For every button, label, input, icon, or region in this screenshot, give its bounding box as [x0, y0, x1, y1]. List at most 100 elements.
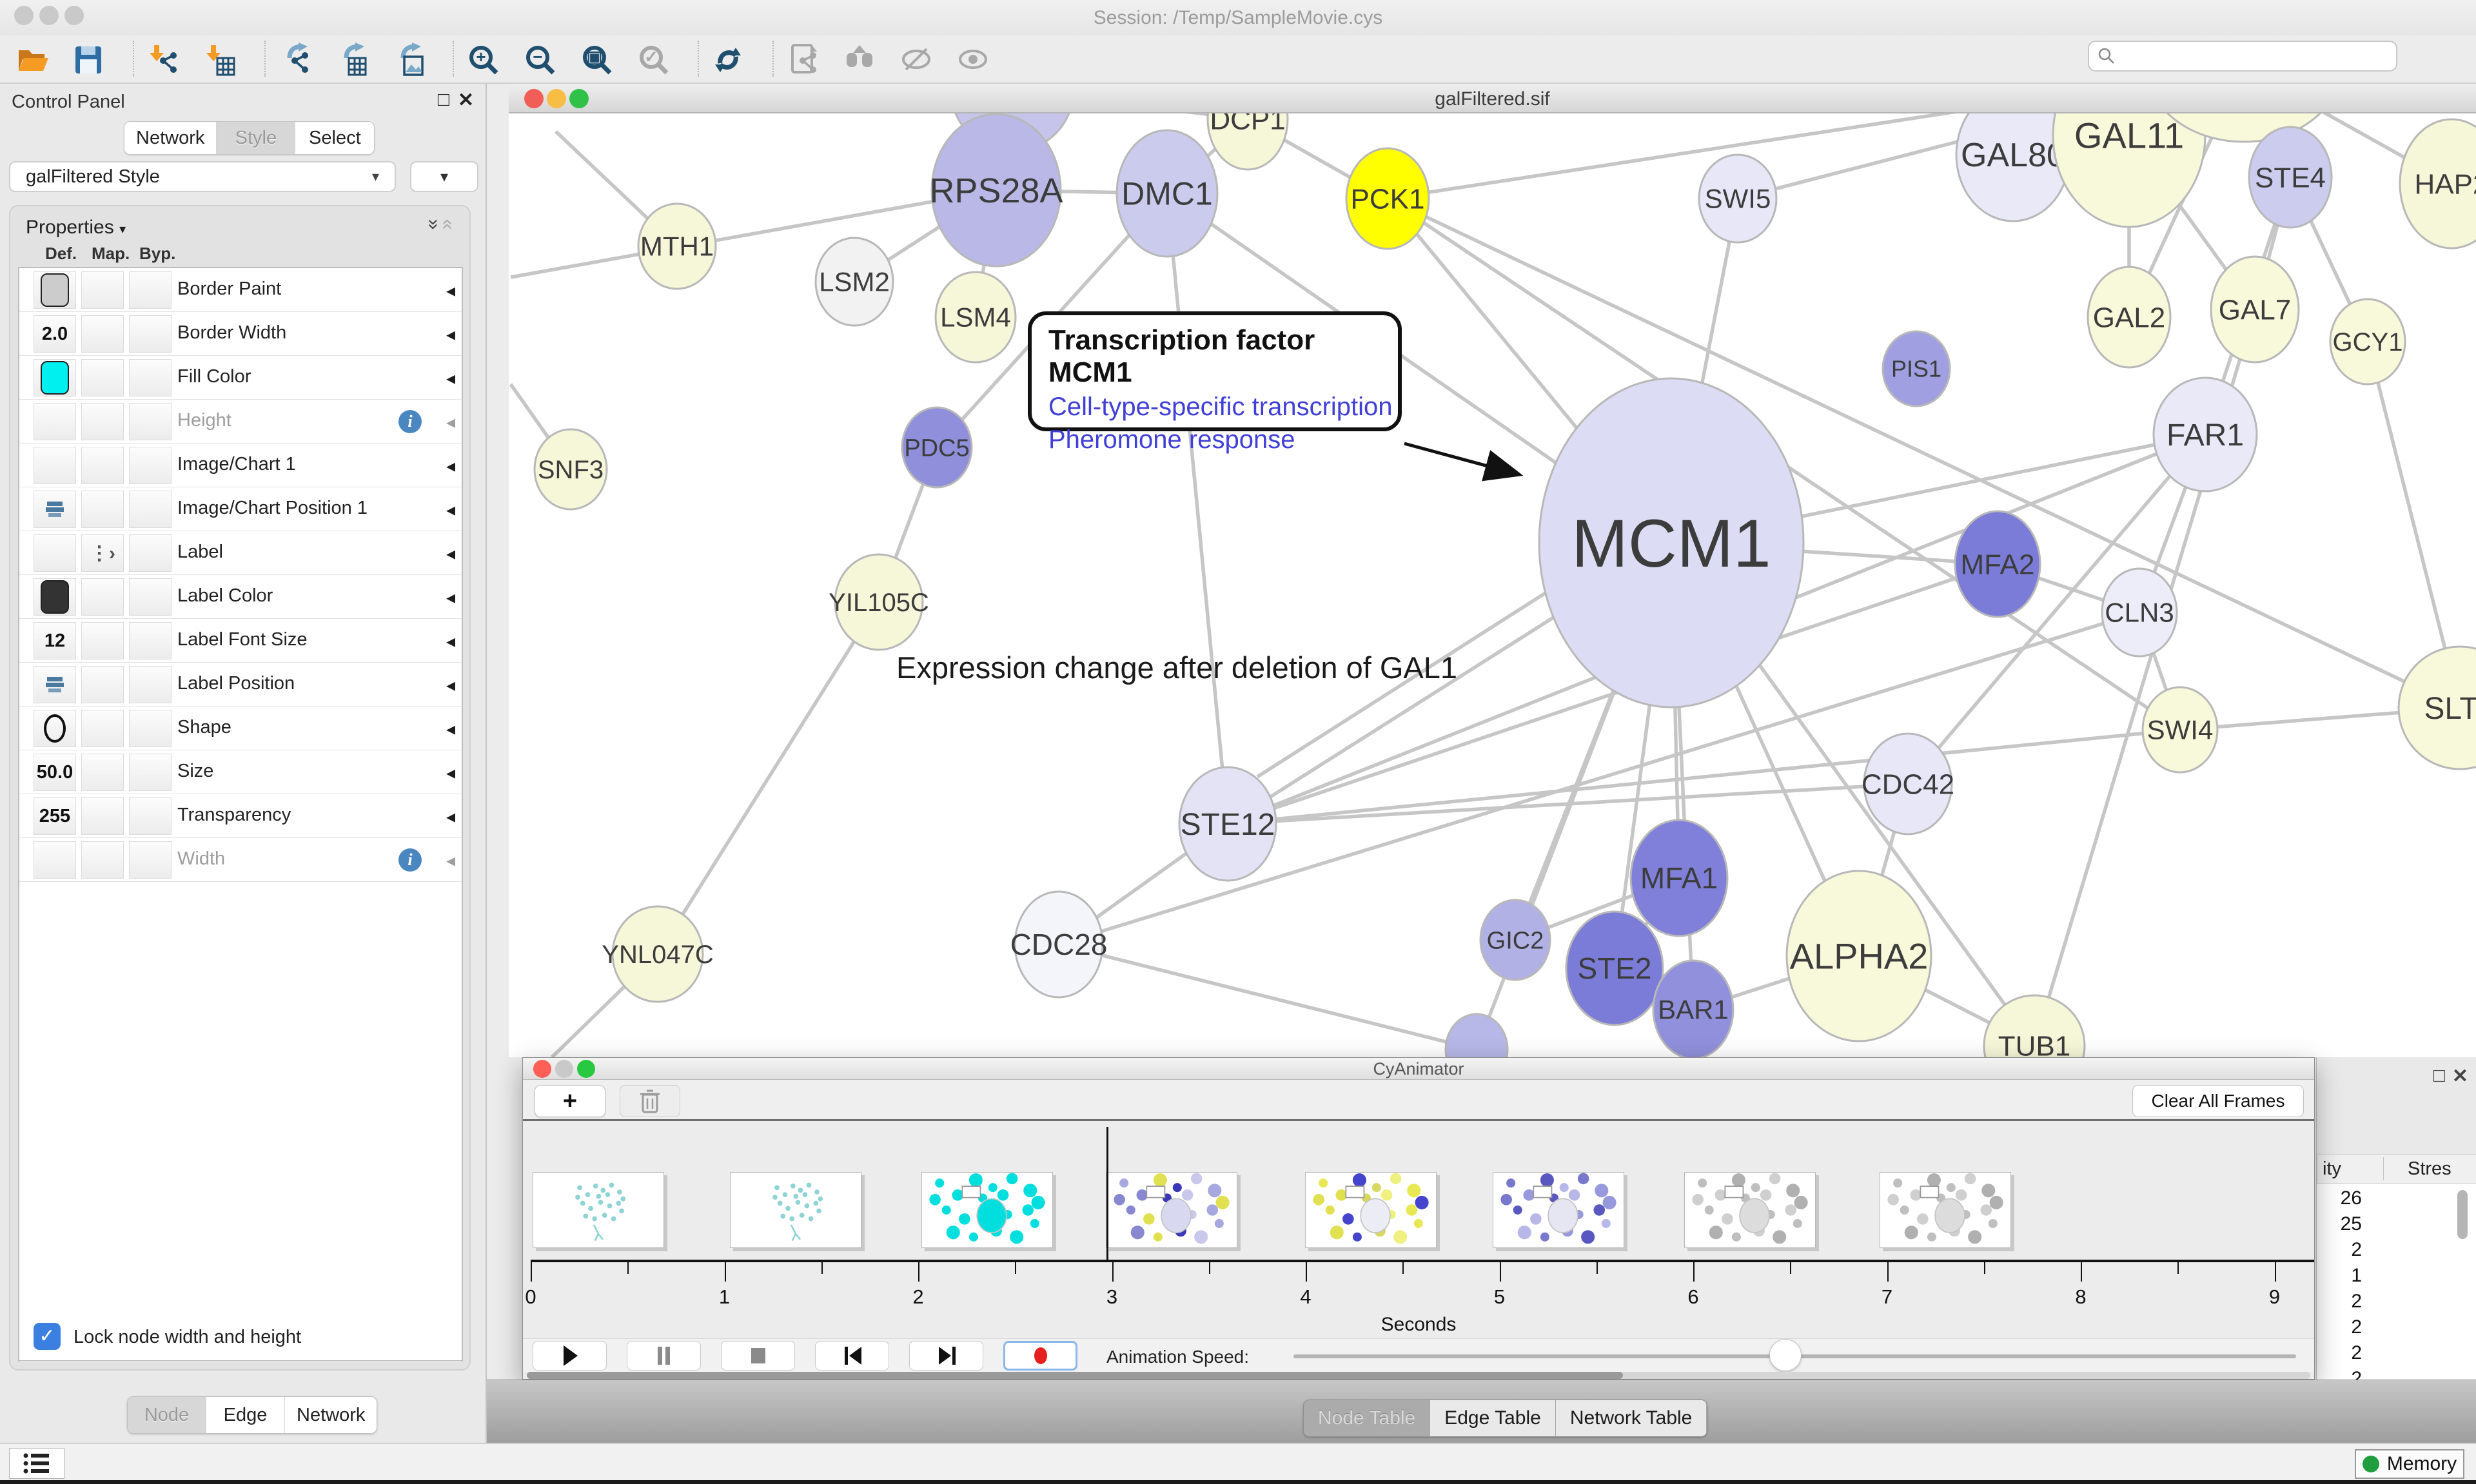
bypass-cell[interactable] [129, 710, 172, 747]
table-cell-value[interactable]: 2 [2317, 1316, 2362, 1338]
mapping-cell[interactable] [81, 754, 124, 791]
table-column-headers[interactable]: ity Stres [2317, 1154, 2476, 1184]
collapse-arrow-icon[interactable]: ◂ [446, 674, 455, 696]
collapse-arrow-icon[interactable]: ◂ [446, 762, 455, 783]
mapping-cell[interactable] [81, 666, 124, 703]
search-field[interactable] [2088, 41, 2397, 72]
default-value-cell[interactable] [34, 578, 76, 616]
animation-speed-handle[interactable] [1769, 1339, 1802, 1371]
mapping-cell[interactable] [81, 491, 124, 528]
show-all-button[interactable] [953, 39, 993, 79]
frame-thumbnail-2[interactable] [921, 1172, 1053, 1248]
mapping-cell[interactable] [81, 841, 124, 879]
tab-edge-table[interactable]: Edge Table [1430, 1400, 1556, 1436]
export-table-button[interactable] [331, 39, 371, 79]
table-cell-value[interactable]: 1 [2317, 1265, 2362, 1287]
default-value-cell[interactable] [34, 841, 76, 879]
bypass-cell[interactable] [129, 534, 172, 572]
frame-thumbnail-0[interactable] [533, 1172, 664, 1248]
record-button[interactable] [1003, 1341, 1077, 1371]
close-table-icon[interactable]: ✕ [2452, 1065, 2468, 1088]
collapse-arrow-icon[interactable]: ◂ [446, 850, 455, 871]
mapping-cell[interactable] [81, 315, 124, 353]
frame-thumbnail-6[interactable] [1684, 1172, 1816, 1248]
tab-edge[interactable]: Edge [206, 1397, 285, 1433]
collapse-arrow-icon[interactable]: ◂ [446, 324, 455, 345]
node-node_b[interactable] [1446, 1014, 1508, 1057]
column-header-ity[interactable]: ity [2323, 1158, 2341, 1180]
property-row-label-color[interactable]: Label Color◂ [19, 575, 462, 619]
default-value-cell[interactable]: 50.0 [34, 754, 76, 791]
playhead[interactable] [1106, 1127, 1108, 1260]
hide-selected-button[interactable] [896, 39, 936, 79]
info-icon[interactable]: i [398, 848, 422, 872]
save-session-button[interactable] [68, 39, 108, 79]
column-divider[interactable] [2383, 1157, 2384, 1180]
collapse-arrow-icon[interactable]: ◂ [446, 543, 455, 564]
property-row-image-chart-position-1[interactable]: Image/Chart Position 1◂ [19, 487, 462, 531]
property-row-label-position[interactable]: Label Position◂ [19, 663, 462, 707]
timeline[interactable]: 0123456789 Seconds [523, 1123, 2314, 1338]
tab-node[interactable]: Node [128, 1397, 206, 1433]
float-panel-icon[interactable]: □ [438, 89, 449, 111]
bypass-cell[interactable] [129, 797, 172, 835]
property-row-label[interactable]: ⋮›Label◂ [19, 531, 462, 575]
open-session-button[interactable] [12, 39, 52, 79]
frame-thumbnail-1[interactable] [730, 1172, 861, 1248]
collapse-arrow-icon[interactable]: ◂ [446, 718, 455, 739]
zoom-selected-button[interactable]: ✓ [633, 39, 673, 79]
panel-list-button[interactable] [9, 1448, 64, 1479]
bypass-cell[interactable] [129, 754, 172, 791]
timeline-scrollbar-thumb[interactable] [527, 1372, 1623, 1379]
network-canvas[interactable]: RPS28ADMC1DCP1PCK1MTH1LSM2LSM4SWI5GAL80G… [509, 113, 2476, 1057]
default-value-cell[interactable]: 2.0 [34, 315, 76, 353]
default-value-cell[interactable] [34, 359, 76, 396]
memory-button[interactable]: Memory [2355, 1449, 2464, 1479]
export-network-button[interactable] [275, 39, 315, 79]
collapse-arrow-icon[interactable]: ◂ [446, 280, 455, 301]
frame-thumbnail-5[interactable] [1493, 1172, 1624, 1248]
bypass-cell[interactable] [129, 359, 172, 396]
frame-thumbnail-7[interactable] [1880, 1172, 2011, 1248]
collapse-arrow-icon[interactable]: ◂ [446, 499, 455, 520]
mapping-cell[interactable] [81, 403, 124, 440]
default-value-cell[interactable] [34, 666, 76, 703]
import-table-button[interactable] [200, 39, 240, 79]
annotation-link-0[interactable]: Cell-type-specific transcription [1048, 393, 1398, 422]
float-table-icon[interactable]: □ [2433, 1065, 2445, 1087]
tab-network-table[interactable]: Network Table [1556, 1400, 1707, 1436]
bypass-cell[interactable] [129, 841, 172, 879]
zoom-out-button[interactable]: − [520, 39, 560, 79]
default-value-cell[interactable] [34, 534, 76, 572]
style-options-button[interactable]: ▾ [410, 161, 478, 192]
default-value-cell[interactable] [34, 447, 76, 484]
property-row-width[interactable]: Widthi◂ [19, 838, 462, 882]
collapse-arrow-icon[interactable]: ◂ [446, 587, 455, 608]
property-row-image-chart-1[interactable]: Image/Chart 1◂ [19, 444, 462, 487]
default-value-cell[interactable] [34, 491, 76, 528]
network-window-titlebar[interactable]: galFiltered.sif [509, 84, 2476, 113]
property-row-size[interactable]: 50.0Size◂ [19, 750, 462, 794]
network-file-button[interactable] [783, 39, 823, 79]
zoom-in-button[interactable]: + [463, 39, 503, 79]
mapping-cell[interactable] [81, 271, 124, 309]
collapse-arrow-icon[interactable]: ◂ [446, 455, 455, 476]
frame-thumbnail-4[interactable] [1305, 1172, 1437, 1248]
tab-network[interactable]: Network [285, 1397, 377, 1433]
table-cell-value[interactable]: 26 [2317, 1187, 2362, 1209]
property-row-border-paint[interactable]: Border Paint◂ [19, 268, 462, 312]
tab-network[interactable]: Network [124, 122, 217, 154]
mapping-cell[interactable] [81, 447, 124, 484]
zoom-fit-button[interactable]: ▣ [576, 39, 616, 79]
collapse-arrow-icon[interactable]: ◂ [446, 630, 455, 652]
first-neighbors-button[interactable] [840, 39, 879, 79]
tab-node-table[interactable]: Node Table [1304, 1400, 1430, 1436]
info-icon[interactable]: i [398, 410, 422, 433]
lock-checkbox[interactable]: ✓ [34, 1323, 61, 1350]
collapse-arrow-icon[interactable]: ◂ [446, 806, 455, 827]
bypass-cell[interactable] [129, 315, 172, 353]
next-frame-button[interactable] [909, 1341, 983, 1371]
import-network-button[interactable] [143, 39, 183, 79]
expand-collapse-icons[interactable]: »« [426, 215, 455, 237]
default-value-cell[interactable] [34, 710, 76, 747]
